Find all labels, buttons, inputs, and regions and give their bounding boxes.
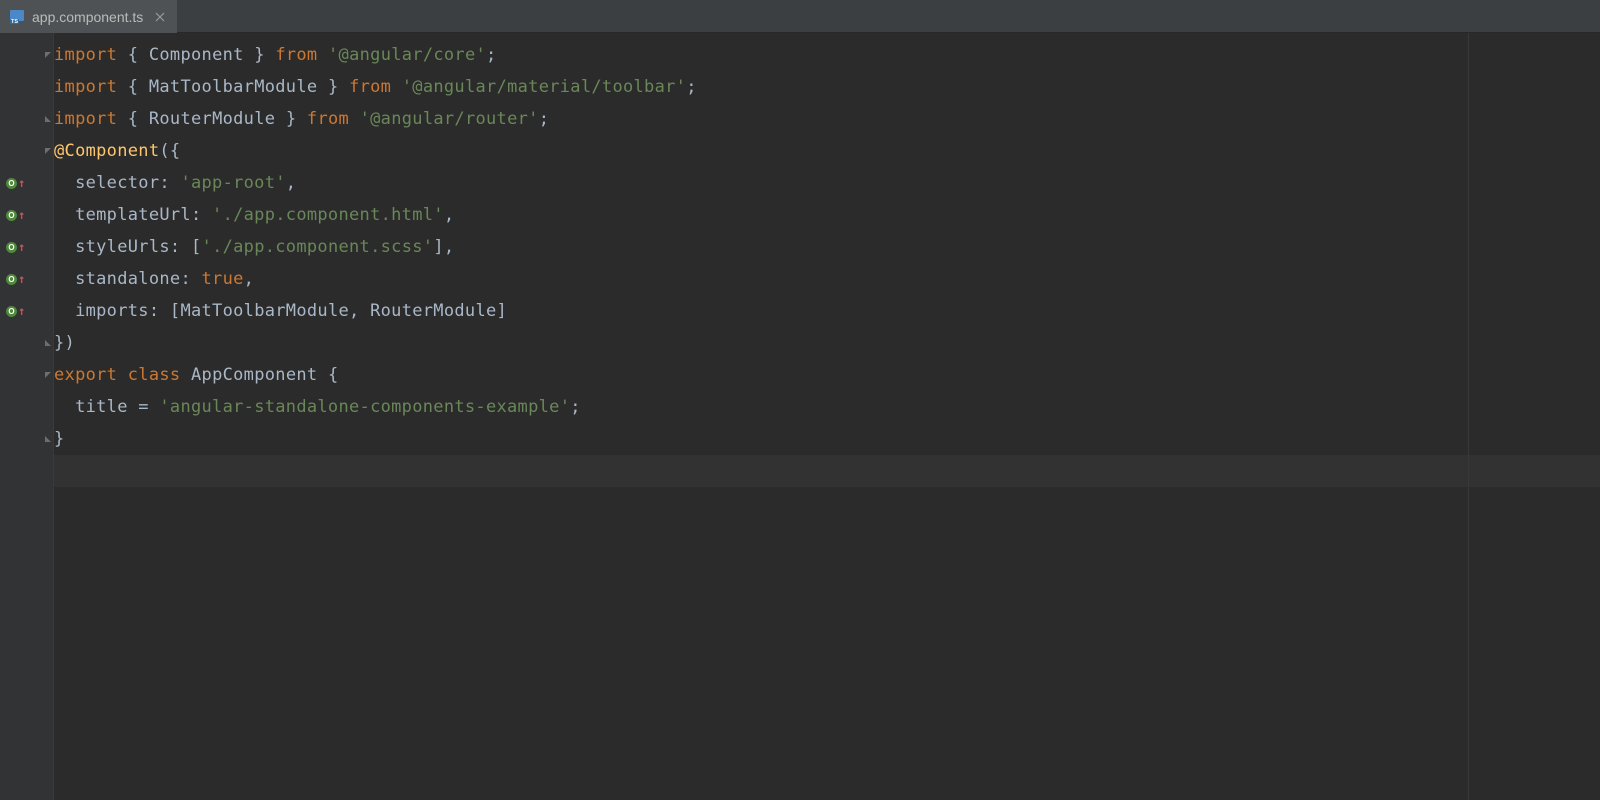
right-margin-line bbox=[1468, 33, 1469, 800]
code-area[interactable]: import { Component } from '@angular/core… bbox=[54, 33, 1600, 800]
code-line[interactable]: import { Component } from '@angular/core… bbox=[54, 39, 1600, 71]
fold-handle-icon[interactable] bbox=[43, 370, 53, 380]
override-indicator-icon[interactable]: O ↑ bbox=[6, 209, 25, 221]
code-line[interactable]: title = 'angular-standalone-components-e… bbox=[54, 391, 1600, 423]
file-tab[interactable]: TS app.component.ts bbox=[0, 0, 177, 33]
fold-handle-icon[interactable] bbox=[43, 338, 53, 348]
code-line[interactable]: styleUrls: ['./app.component.scss'], bbox=[54, 231, 1600, 263]
override-indicator-icon[interactable]: O ↑ bbox=[6, 241, 25, 253]
code-line[interactable]: import { MatToolbarModule } from '@angul… bbox=[54, 71, 1600, 103]
override-indicator-icon[interactable]: O ↑ bbox=[6, 305, 25, 317]
code-line[interactable]: @Component({ bbox=[54, 135, 1600, 167]
code-line[interactable]: standalone: true, bbox=[54, 263, 1600, 295]
current-line[interactable] bbox=[54, 455, 1600, 487]
gutter: O ↑ O ↑ O ↑ O ↑ O ↑ bbox=[0, 33, 54, 800]
code-line[interactable]: } bbox=[54, 423, 1600, 455]
override-indicator-icon[interactable]: O ↑ bbox=[6, 273, 25, 285]
code-line[interactable]: templateUrl: './app.component.html', bbox=[54, 199, 1600, 231]
fold-handle-icon[interactable] bbox=[43, 434, 53, 444]
code-line[interactable]: selector: 'app-root', bbox=[54, 167, 1600, 199]
tab-filename: app.component.ts bbox=[32, 9, 143, 25]
code-line[interactable]: }) bbox=[54, 327, 1600, 359]
svg-text:TS: TS bbox=[11, 19, 18, 25]
fold-handle-icon[interactable] bbox=[43, 146, 53, 156]
editor-area: O ↑ O ↑ O ↑ O ↑ O ↑ bbox=[0, 33, 1600, 800]
tab-bar: TS app.component.ts bbox=[0, 0, 1600, 33]
fold-handle-icon[interactable] bbox=[43, 114, 53, 124]
ts-file-icon: TS bbox=[8, 8, 26, 26]
override-indicator-icon[interactable]: O ↑ bbox=[6, 177, 25, 189]
code-line[interactable]: imports: [MatToolbarModule, RouterModule… bbox=[54, 295, 1600, 327]
code-line[interactable]: export class AppComponent { bbox=[54, 359, 1600, 391]
close-icon[interactable] bbox=[153, 10, 167, 24]
fold-handle-icon[interactable] bbox=[43, 50, 53, 60]
code-line[interactable]: import { RouterModule } from '@angular/r… bbox=[54, 103, 1600, 135]
